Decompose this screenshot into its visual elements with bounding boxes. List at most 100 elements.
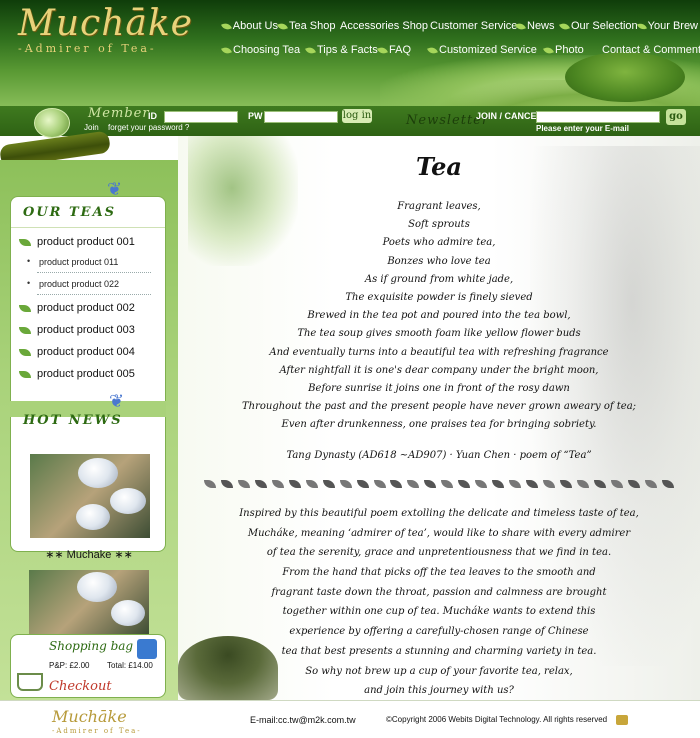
nav-item-contact-comment[interactable]: Contact & Comment [598,44,700,56]
ornament-leaf-icon [458,480,471,488]
nav-item-news[interactable]: News [515,20,560,32]
ornament-leaf-icon [424,480,437,488]
checkout-button[interactable]: Checkout [49,679,112,694]
leaf-icon [336,22,340,30]
nav-item-customer-service[interactable]: Customer Service [426,20,517,32]
ornament-leaf-icon [407,480,420,488]
shopping-bag-panel: Shopping bag P&P: £2.00 Total: £14.00 Ch… [10,634,166,698]
category-item[interactable]: product product 003 [19,324,135,336]
leaf-icon [559,21,570,31]
nav-label: FAQ [389,44,412,56]
shopping-bag-title[interactable]: Shopping bag [49,639,133,653]
nav-item-photo[interactable]: Photo [543,44,600,56]
category-item[interactable]: product product 005 [19,368,135,380]
poem-line: Fragrant leaves, [397,201,481,212]
join-link[interactable]: Join [84,123,99,132]
poem-line: Before sunrise it joins one in front of … [308,382,570,394]
ornament-leaf-icon [288,480,301,488]
ornament-leaf-icon [627,480,640,488]
nav-label: Tips & Facts [317,44,378,56]
teacup-icon [76,504,110,530]
poem-line: Brewed in the tea pot and poured into th… [307,310,571,322]
poem-line: Throughout the past and the present peop… [241,401,637,413]
footer-go-icon[interactable] [616,715,628,725]
dotted-divider [37,272,151,273]
pp-label: P&P: £2.00 [49,661,90,670]
member-id-input[interactable] [164,111,238,123]
footer-logo[interactable]: Muchāke [52,707,127,726]
poem-line: After nightfall it is one's dear company… [279,364,599,376]
nav-item-accessories-shop[interactable]: Accessories Shop [336,20,428,32]
teapot-icon [77,572,117,602]
ornament-leaf-icon [560,480,573,488]
ornament-leaf-icon [339,480,352,488]
pw-label: PW [248,111,263,121]
ornament-leaf-icon [526,480,539,488]
ornament-leaf-icon [322,480,335,488]
ornament-leaf-icon [305,480,318,488]
nav-item-about-us[interactable]: About Us [221,20,278,32]
ornament-leaf-icon [204,480,216,488]
category-label: product product 001 [37,236,135,248]
category-label: product product 002 [37,302,135,314]
nav-item-tips-facts[interactable]: Tips & Facts [305,44,378,56]
intro-line: So why not brew up a cup of your favorit… [305,665,573,677]
category-label: product product 004 [37,346,135,358]
intro-line: Inspired by this beautiful poem extollin… [239,508,639,519]
nav-label: Our Selection [571,20,638,32]
ornament-leaf-icon [509,480,522,488]
nav-item-our-selection[interactable]: Our Selection [559,20,638,32]
category-item[interactable]: product product 004 [19,346,135,358]
intro-line: together within one cup of tea. Mucháke … [282,606,596,618]
subcategory-item[interactable]: product product 011 [27,256,118,267]
nav-item-choosing-tea[interactable]: Choosing Tea [221,44,306,56]
cart-icon [17,673,43,691]
subcategory-item[interactable]: product product 022 [27,278,119,289]
our-teas-title: OUR TEAS [23,205,117,220]
login-button[interactable]: log in [342,109,372,123]
member-password-input[interactable] [264,111,338,123]
poem-line: Bonzes who love tea [387,255,491,267]
butterfly-icon: ❦ [107,179,123,200]
category-item[interactable]: product product 002 [19,302,135,314]
nav-item-customized-service[interactable]: Customized Service [427,44,544,56]
footer-logo-subtitle: -Admirer of Tea- [52,727,142,735]
newsletter-email-input[interactable] [536,111,660,123]
news-image[interactable] [30,454,150,538]
poem-line: Soft sprouts [408,219,470,231]
poem-line: And eventually turns into a beautiful te… [269,346,609,358]
ornament-leaf-icon [441,480,454,488]
nav-row-1: About Us Tea Shop Accessories Shop Custo… [221,14,700,38]
newsletter-go-button[interactable]: go [666,109,686,125]
ornament-leaf-icon [220,480,233,488]
ornament-leaf-icon [543,480,556,488]
nav-item-tea-shop[interactable]: Tea Shop [277,20,338,32]
intro-line: fragrant taste down the throat, passion … [271,586,607,598]
footer-email[interactable]: E-mail:cc.tw@m2k.com.tw [250,715,356,725]
dotted-divider [37,294,151,295]
news-image-2[interactable] [29,570,149,634]
category-label: product product 003 [37,324,135,336]
intro-line: experience by offering a carefully-chose… [289,626,589,638]
forgot-password-link[interactable]: forget your password ? [108,123,189,132]
ornamental-divider [204,473,674,495]
poem: Fragrant leaves, Soft sprouts Poets who ad… [178,198,700,434]
intro-line: tea that best presents a stunning and ch… [281,645,597,657]
email-prompt: Please enter your E-mail [536,124,629,133]
nav-item-your-brew[interactable]: Your Brew [637,20,698,32]
site-logo[interactable]: Muchāke -Admirer of Tea- [18,4,192,62]
footer-copyright: ©Copyright 2006 Webits Digital Technolog… [386,715,608,724]
nav-item-faq[interactable]: FAQ [377,44,428,56]
leaf-icon [19,348,31,356]
join-cancel-label[interactable]: JOIN / CANCEL [476,111,542,121]
leaf-icon [426,22,430,30]
nav-row-2: Choosing Tea Tips & Facts FAQ Customized… [221,38,700,62]
shopping-bag-icon [137,639,157,659]
left-sidebar: OUR TEAS ❦ product product 001 product p… [0,160,178,700]
category-item[interactable]: product product 001 [19,236,135,248]
butterfly-icon: ❦ [109,391,125,412]
nav-label: Your Brew [647,20,698,32]
poem-line: Poets who admire tea, [382,237,496,249]
leaf-icon [19,326,31,334]
intro-line: of tea the serenity, grace and unpretent… [266,547,612,559]
